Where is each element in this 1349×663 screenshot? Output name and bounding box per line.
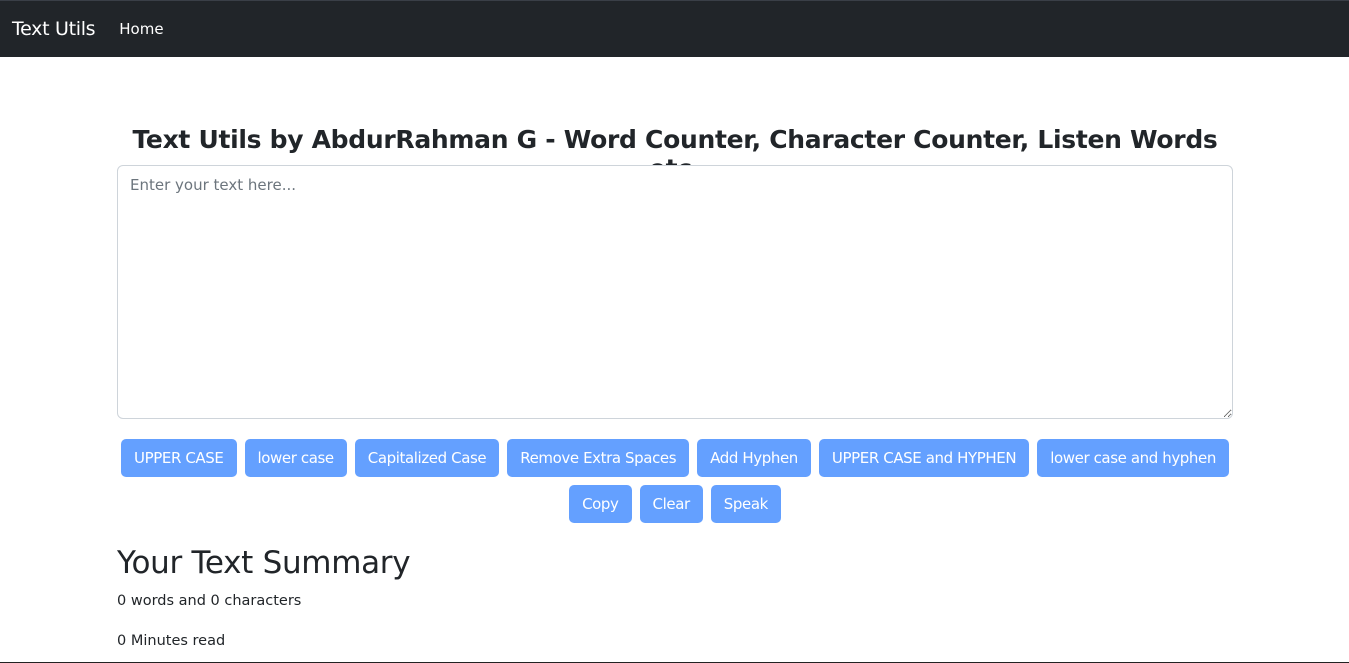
lowercase-hyphen-button[interactable]: lower case and hyphen: [1037, 439, 1229, 477]
summary-heading: Your Text Summary: [117, 545, 411, 581]
word-character-count: 0 words and 0 characters: [117, 593, 302, 609]
speak-button[interactable]: Speak: [710, 485, 781, 523]
uppercase-button[interactable]: UPPER CASE: [121, 439, 237, 477]
uppercase-hyphen-button[interactable]: UPPER CASE and HYPHEN: [818, 439, 1030, 477]
capitalized-case-button[interactable]: Capitalized Case: [354, 439, 500, 477]
nav-link-home[interactable]: Home: [119, 20, 163, 38]
action-buttons-row: UPPER CASE lower case Capitalized Case R…: [117, 439, 1233, 477]
read-time: 0 Minutes read: [117, 633, 226, 649]
text-input[interactable]: [117, 165, 1233, 419]
navbar: Text Utils Home: [0, 0, 1349, 57]
remove-extra-spaces-button[interactable]: Remove Extra Spaces: [507, 439, 690, 477]
add-hyphen-button[interactable]: Add Hyphen: [697, 439, 811, 477]
copy-button[interactable]: Copy: [569, 485, 632, 523]
clear-button[interactable]: Clear: [639, 485, 703, 523]
lowercase-button[interactable]: lower case: [244, 439, 347, 477]
brand-logo[interactable]: Text Utils: [12, 18, 96, 40]
utility-buttons-row: Copy Clear Speak: [117, 485, 1233, 523]
